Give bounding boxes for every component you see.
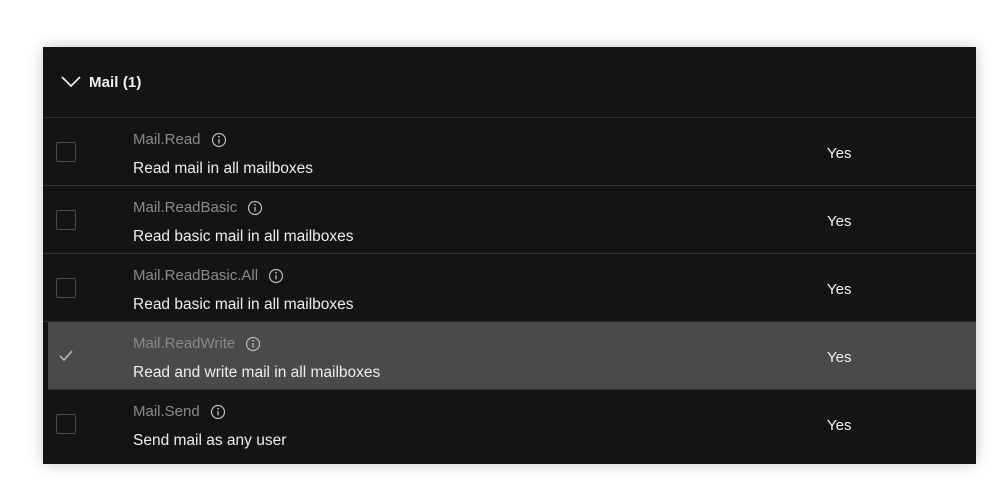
permission-name-group: Mail.ReadWrite xyxy=(133,335,261,352)
permission-row-mail-read[interactable]: Mail.Read Read mail in all mailboxes Yes xyxy=(43,118,976,186)
permission-name: Mail.ReadBasic.All xyxy=(133,267,259,284)
chevron-down-icon[interactable] xyxy=(59,74,83,90)
info-icon[interactable] xyxy=(247,200,263,216)
permission-name: Mail.Send xyxy=(133,403,200,420)
permission-checkbox[interactable] xyxy=(56,346,76,366)
mail-group-header[interactable]: Mail (1) xyxy=(43,47,976,118)
group-title: Mail (1) xyxy=(89,73,142,91)
permission-description: Read mail in all mailboxes xyxy=(133,160,314,177)
admin-consent-value: Yes xyxy=(827,213,852,230)
info-icon[interactable] xyxy=(268,268,284,284)
permission-name-group: Mail.ReadBasic xyxy=(133,199,263,216)
permission-row-mail-readwrite[interactable]: Mail.ReadWrite Read and write mail in al… xyxy=(48,322,976,390)
permission-row-mail-readbasic-all[interactable]: Mail.ReadBasic.All Read basic mail in al… xyxy=(43,254,976,322)
permission-name-group: Mail.Read xyxy=(133,131,227,148)
permission-description: Read and write mail in all mailboxes xyxy=(133,364,381,381)
permission-description: Read basic mail in all mailboxes xyxy=(133,228,354,245)
permission-list: Mail.Read Read mail in all mailboxes Yes xyxy=(43,118,976,458)
admin-consent-value: Yes xyxy=(827,417,852,434)
info-icon[interactable] xyxy=(211,132,227,148)
permission-row-mail-readbasic[interactable]: Mail.ReadBasic Read basic mail in all ma… xyxy=(43,186,976,254)
info-icon[interactable] xyxy=(210,404,226,420)
permission-name-group: Mail.Send xyxy=(133,403,226,420)
permission-checkbox[interactable] xyxy=(56,278,76,298)
permission-description: Send mail as any user xyxy=(133,432,287,449)
permission-checkbox[interactable] xyxy=(56,142,76,162)
permission-row-mail-send[interactable]: Mail.Send Send mail as any user Yes xyxy=(43,390,976,458)
permission-name: Mail.ReadWrite xyxy=(133,335,236,352)
permission-description: Read basic mail in all mailboxes xyxy=(133,296,354,313)
permission-name-group: Mail.ReadBasic.All xyxy=(133,267,284,284)
permission-checkbox[interactable] xyxy=(56,210,76,230)
info-icon[interactable] xyxy=(245,336,261,352)
permission-checkbox[interactable] xyxy=(56,414,76,434)
permission-name: Mail.ReadBasic xyxy=(133,199,238,216)
permission-name: Mail.Read xyxy=(133,131,201,148)
admin-consent-value: Yes xyxy=(827,281,852,298)
admin-consent-value: Yes xyxy=(827,349,852,366)
admin-consent-value: Yes xyxy=(827,145,852,162)
permissions-panel: Mail (1) Mail.Read Read mail in all mail… xyxy=(43,47,976,464)
checkmark-icon xyxy=(59,350,73,362)
